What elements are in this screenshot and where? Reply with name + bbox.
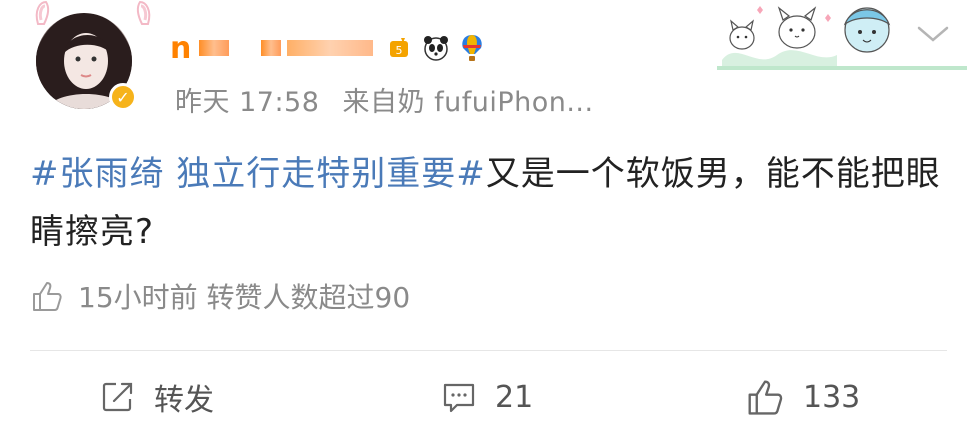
username-row[interactable]: n 5 (170, 28, 487, 68)
divider (30, 350, 947, 351)
comment-icon (443, 383, 475, 413)
svg-text:5: 5 (396, 44, 403, 57)
repost-button[interactable]: 转发 (100, 372, 214, 422)
repost-label: 转发 (154, 383, 214, 418)
chevron-down-icon[interactable] (915, 22, 951, 46)
post-body: #张雨绮 独立行走特别重要#又是一个软饭男，能不能把眼睛擦亮? (30, 145, 945, 261)
comment-count: 21 (495, 379, 534, 415)
post-meta: 昨天 17:58 来自奶 fufuiPhon... (175, 80, 608, 119)
likes-summary: 15小时前 转赞人数超过90 (30, 274, 410, 318)
like-button[interactable]: 133 (745, 372, 860, 422)
verified-badge-icon: ✓ (109, 83, 137, 111)
thumbs-up-icon (33, 282, 62, 311)
likes-summary-text: 15小时前 转赞人数超过90 (78, 281, 411, 314)
post-time: 昨天 17:58 (175, 87, 320, 118)
avatar-area[interactable]: ✓ (14, 0, 154, 130)
comment-button[interactable]: 21 (441, 372, 533, 422)
username[interactable]: n (170, 31, 191, 66)
repost-icon (102, 382, 133, 412)
username-redacted (261, 40, 282, 56)
like-count: 133 (803, 379, 861, 415)
username-redacted (287, 40, 374, 56)
username-redacted (199, 40, 230, 56)
hot-air-balloon-icon (457, 33, 487, 63)
hashtag-link[interactable]: #张雨绮 独立行走特别重要# (30, 154, 486, 194)
like-thumbs-up-icon (748, 380, 783, 415)
post-source[interactable]: 来自奶 fufuiPhon... (343, 87, 594, 118)
bunny-ear-right-icon (136, 0, 151, 25)
level-badge-icon: 5 (385, 33, 415, 63)
panda-icon (421, 33, 451, 63)
